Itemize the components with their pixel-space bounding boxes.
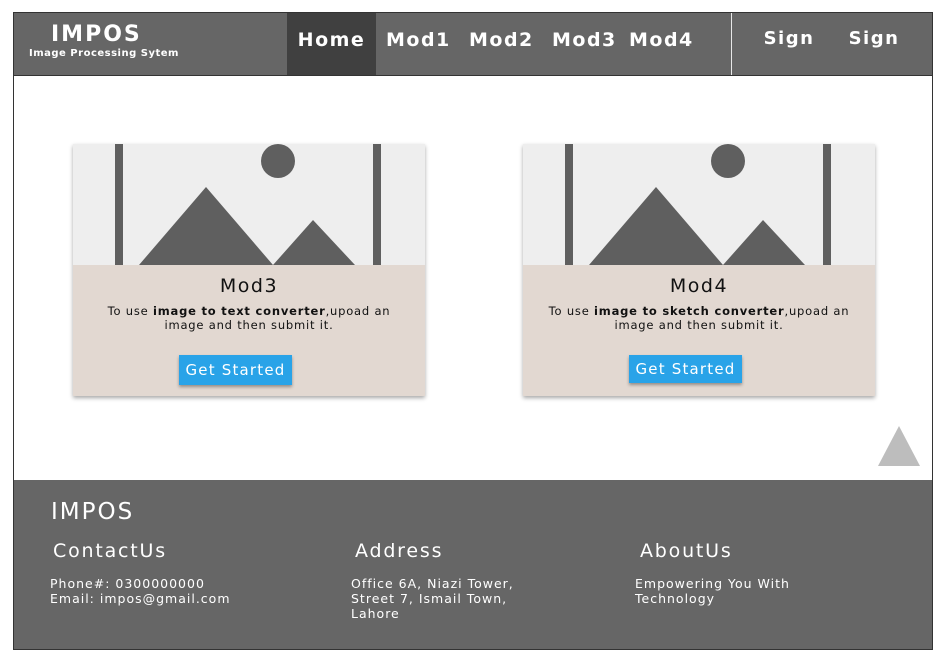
nav-mod2[interactable]: Mod2 (469, 13, 532, 75)
address-line: Street 7, Ismail Town, (351, 591, 508, 606)
module-card-mod4: Mod4 To use image to sketch converter,up… (523, 144, 875, 396)
card-description: To use image to text converter,upoad an … (107, 304, 391, 332)
about-line: Technology (635, 591, 716, 606)
about-line: Empowering You With (635, 576, 790, 591)
about-heading: AboutUs (640, 540, 733, 562)
module-card-mod3: Mod3 To use image to text converter,upoa… (73, 144, 425, 396)
contact-heading: ContactUs (53, 540, 167, 562)
triangle-up-icon[interactable] (878, 426, 920, 466)
contact-phone: Phone#: 0300000000 (50, 576, 205, 591)
nav-mod1[interactable]: Mod1 (386, 13, 449, 75)
image-placeholder-icon (73, 144, 425, 265)
contact-info: Phone#: 0300000000 Email: impos@gmail.co… (50, 576, 290, 606)
top-navbar: IMPOS Image Processing Sytem Home Mod1 M… (14, 13, 932, 101)
address-line: Lahore (351, 606, 400, 621)
brand-logo[interactable]: IMPOS Image Processing Sytem (29, 22, 179, 60)
sign-up-link[interactable]: Sign Up (836, 13, 912, 101)
about-info: Empowering You With Technology (635, 576, 855, 606)
address-line: Office 6A, Niazi Tower, (351, 576, 514, 591)
get-started-button[interactable]: Get Started (179, 355, 292, 385)
address-heading: Address (355, 540, 444, 562)
page-frame: IMPOS Image Processing Sytem Home Mod1 M… (13, 12, 933, 650)
card-description: To use image to sketch converter,upoad a… (548, 304, 850, 332)
card-title: Mod3 (219, 275, 279, 297)
get-started-button[interactable]: Get Started (629, 355, 742, 383)
image-placeholder-icon (523, 144, 875, 265)
brand-tagline: Image Processing Sytem (29, 48, 179, 59)
sign-in-link[interactable]: Sign In (754, 13, 824, 101)
nav-mod3[interactable]: Mod3 (552, 13, 615, 75)
contact-email[interactable]: Email: impos@gmail.com (50, 591, 290, 606)
footer-brand: IMPOS (51, 499, 135, 525)
footer: IMPOS ContactUs Phone#: 0300000000 Email… (14, 480, 932, 649)
address-info: Office 6A, Niazi Tower, Street 7, Ismail… (351, 576, 551, 621)
nav-divider (731, 13, 732, 75)
card-title: Mod4 (669, 275, 729, 297)
nav-home[interactable]: Home (287, 13, 376, 75)
brand-name: IMPOS (51, 22, 142, 47)
nav-mod4[interactable]: Mod4 (629, 13, 692, 75)
